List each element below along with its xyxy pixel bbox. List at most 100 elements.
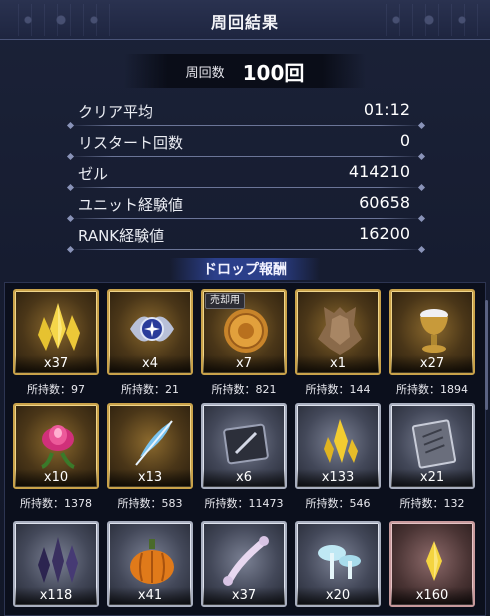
drop-item[interactable]: x37 所持数：97 xyxy=(13,289,99,405)
drop-item[interactable]: x4 所持数：21 xyxy=(107,289,193,405)
pumpkin-icon xyxy=(130,539,174,584)
glowing-mushroom-icon xyxy=(318,545,361,579)
stat-row-unit-exp: ユニット経験値 60658 xyxy=(70,189,422,219)
stat-row-zel: ゼル 414210 xyxy=(70,158,422,188)
drop-item[interactable]: 売却用 x7 所持数：821 xyxy=(201,289,287,405)
item-count: x21 xyxy=(391,469,473,487)
stat-value: 01:12 xyxy=(363,100,410,119)
divider xyxy=(70,156,422,157)
small-gold-crystal-icon xyxy=(426,541,442,581)
stat-label: クリア平均 xyxy=(78,103,154,121)
dark-crystal-cluster-icon xyxy=(38,537,78,583)
drop-rewards-header: ドロップ報酬 xyxy=(0,254,490,282)
owned-count: 所持数：583 xyxy=(117,497,183,510)
drop-item[interactable]: x27 所持数：1894 xyxy=(389,289,475,405)
item-count: x160 xyxy=(391,587,473,605)
item-frame: 売却用 x7 xyxy=(201,289,287,375)
golden-chalice-icon xyxy=(420,309,448,353)
item-count: x27 xyxy=(391,355,473,373)
item-count: x4 xyxy=(109,355,191,373)
stat-row-restart-count: リスタート回数 0 xyxy=(70,127,422,157)
run-count-label: 周回数 xyxy=(185,65,225,81)
pink-flower-icon xyxy=(41,425,75,469)
item-frame: x13 xyxy=(107,403,193,489)
stat-row-clear-average: クリア平均 01:12 xyxy=(70,96,422,126)
item-frame: x27 xyxy=(389,289,475,375)
stat-value: 0 xyxy=(399,131,410,150)
drop-item[interactable]: x21 所持数：132 xyxy=(389,403,475,519)
drop-grid[interactable]: x37 所持数：97 x4 所持数：21 売却用 x7 所持数：821 x1 所… xyxy=(4,282,486,616)
item-count: x118 xyxy=(15,587,97,605)
item-count: x6 xyxy=(203,469,285,487)
stat-value: 414210 xyxy=(348,162,410,181)
item-frame: x1 xyxy=(295,289,381,375)
drop-item[interactable]: x10 所持数：1378 xyxy=(13,403,99,519)
item-frame: x41 xyxy=(107,521,193,607)
item-frame: x37 xyxy=(13,289,99,375)
item-count: x37 xyxy=(15,355,97,373)
drop-item[interactable]: x20 xyxy=(295,521,381,615)
item-count: x20 xyxy=(297,587,379,605)
item-frame: x133 xyxy=(295,403,381,489)
run-count-value: 100回 xyxy=(242,60,305,85)
page-title: 周回結果 xyxy=(210,13,279,32)
owned-count: 所持数：144 xyxy=(305,383,371,396)
drop-item[interactable]: x41 xyxy=(107,521,193,615)
bone-icon xyxy=(223,536,269,586)
item-frame: x118 xyxy=(13,521,99,607)
owned-count: 所持数：1894 xyxy=(396,383,468,396)
item-frame: x6 xyxy=(201,403,287,489)
yellow-crystal-icon xyxy=(324,419,358,463)
drop-item[interactable]: x1 所持数：144 xyxy=(295,289,381,405)
stat-value: 16200 xyxy=(359,224,410,243)
beast-hide-icon xyxy=(318,307,362,355)
owned-count: 所持数：1378 xyxy=(20,497,92,510)
divider xyxy=(70,218,422,219)
drop-item[interactable]: x160 xyxy=(389,521,475,615)
title-bar: 周回結果 xyxy=(0,0,490,40)
stat-value: 60658 xyxy=(359,193,410,212)
item-frame: x4 xyxy=(107,289,193,375)
item-count: x1 xyxy=(297,355,379,373)
dark-tablet-icon xyxy=(223,423,269,465)
drop-item[interactable]: x13 所持数：583 xyxy=(107,403,193,519)
divider xyxy=(70,125,422,126)
item-count: x13 xyxy=(109,469,191,487)
owned-count: 所持数：21 xyxy=(121,383,179,396)
drop-rewards-title: ドロップ報酬 xyxy=(203,262,287,278)
drop-item[interactable]: x118 xyxy=(13,521,99,615)
owned-count: 所持数：132 xyxy=(399,497,465,510)
item-frame: x20 xyxy=(295,521,381,607)
ornate-silver-emblem-icon xyxy=(130,316,174,342)
stat-label: リスタート回数 xyxy=(78,134,184,152)
engraved-book-icon xyxy=(411,419,457,469)
drop-item[interactable]: x6 所持数：11473 xyxy=(201,403,287,519)
item-count: x7 xyxy=(203,355,285,373)
owned-count: 所持数：821 xyxy=(211,383,277,396)
result-window: 周回結果 周回数 100回 クリア平均 01:12 リスタート回数 0 ゼル 4… xyxy=(0,0,490,616)
owned-count: 所持数：97 xyxy=(27,383,85,396)
drop-item[interactable]: x37 xyxy=(201,521,287,615)
item-frame: x21 xyxy=(389,403,475,489)
divider xyxy=(70,187,422,188)
item-count: x41 xyxy=(109,587,191,605)
blue-feather-icon xyxy=(135,420,173,466)
owned-count: 所持数：546 xyxy=(305,497,371,510)
gold-crystal-cluster-icon xyxy=(38,303,80,351)
stat-label: ゼル xyxy=(78,165,109,183)
drop-item[interactable]: x133 所持数：546 xyxy=(295,403,381,519)
sell-badge: 売却用 xyxy=(205,293,245,309)
stat-label: ユニット経験値 xyxy=(78,196,184,214)
item-count: x133 xyxy=(297,469,379,487)
stat-row-rank-exp: RANK経験値 16200 xyxy=(70,220,422,250)
stat-label: RANK経験値 xyxy=(78,227,165,245)
item-frame: x160 xyxy=(389,521,475,607)
item-frame: x37 xyxy=(201,521,287,607)
item-count: x10 xyxy=(15,469,97,487)
item-count: x37 xyxy=(203,587,285,605)
divider xyxy=(70,249,422,250)
owned-count: 所持数：11473 xyxy=(204,497,284,510)
scrollbar[interactable] xyxy=(485,300,488,410)
run-count-banner: 周回数 100回 xyxy=(124,54,366,88)
item-frame: x10 xyxy=(13,403,99,489)
